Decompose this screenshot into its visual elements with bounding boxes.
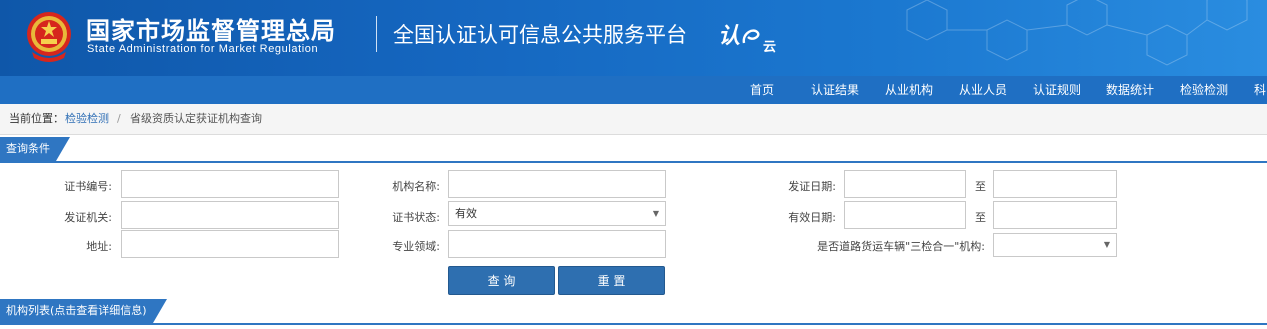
national-emblem-icon [27,12,71,62]
org-name-en: State Administration for Market Regulati… [87,43,319,55]
breadcrumb-current: 省级资质认定获证机构查询 [130,112,262,125]
nav-item-home[interactable]: 首页 [750,76,774,104]
address-input[interactable] [121,230,339,258]
nav-item-cert-rules[interactable]: 认证规则 [1033,76,1081,104]
issuer-label: 发证机关: [64,211,112,224]
list-section-header: 机构列表(点击查看详细信息) [0,299,1267,325]
cert-no-input[interactable] [121,170,339,198]
valid-date-label: 有效日期: [788,211,836,224]
org-name-input[interactable] [448,170,666,198]
cert-status-value: 有效 [455,207,477,220]
nav-item-institutions[interactable]: 从业机构 [885,76,933,104]
three-in-one-select[interactable]: ▼ [993,233,1117,257]
nav-item-inspection[interactable]: 检验检测 [1180,76,1228,104]
logo-text: 认 [718,23,741,49]
breadcrumb: 当前位置： 检验检测 / 省级资质认定获证机构查询 [0,104,1267,135]
site-header: 国家市场监督管理总局 State Administration for Mark… [0,0,1267,76]
reset-button[interactable]: 重 置 [558,266,665,295]
renzheng-cloud-logo: 认云 [718,18,776,55]
issue-date-from-input[interactable] [844,170,966,198]
header-divider [376,16,377,52]
cert-status-label: 证书状态: [392,211,440,224]
issue-date-label: 发证日期: [788,180,836,193]
nav-item-truncated[interactable]: 科 [1254,76,1266,104]
chevron-down-icon: ▼ [652,209,659,218]
list-section-title: 机构列表(点击查看详细信息) [0,299,167,323]
issue-date-to-input[interactable] [993,170,1117,198]
cert-status-select[interactable]: 有效 ▼ [448,201,666,226]
field-label: 专业领域: [392,240,440,253]
query-section-header: 查询条件 [0,137,1267,163]
org-name-cn: 国家市场监督管理总局 [86,17,336,45]
query-section-title: 查询条件 [0,137,70,161]
nav-item-cert-results[interactable]: 认证结果 [811,76,859,104]
cert-no-label: 证书编号: [64,180,112,193]
valid-date-to-input[interactable] [993,201,1117,229]
breadcrumb-label: 当前位置： [9,112,64,125]
logo-swirl-icon [742,29,760,44]
valid-date-from-input[interactable] [844,201,966,229]
chevron-down-icon: ▼ [1103,240,1110,249]
query-button[interactable]: 查 询 [448,266,555,295]
valid-date-to-label: 至 [975,211,986,224]
issue-date-to-label: 至 [975,180,986,193]
address-label: 地址: [86,240,112,253]
platform-title: 全国认证认可信息公共服务平台 [393,23,687,47]
logo-sub-text: 云 [763,40,777,55]
nav-item-statistics[interactable]: 数据统计 [1106,76,1154,104]
org-name-label: 机构名称: [392,180,440,193]
breadcrumb-separator: / [117,112,121,125]
field-input[interactable] [448,230,666,258]
hexagon-pattern-decoration [906,0,1248,66]
nav-item-personnel[interactable]: 从业人员 [959,76,1007,104]
issuer-input[interactable] [121,201,339,229]
breadcrumb-link-inspection[interactable]: 检验检测 [65,106,109,132]
three-in-one-label: 是否道路货运车辆"三检合一"机构: [817,240,985,253]
main-nav: 首页 认证结果 从业机构 从业人员 认证规则 数据统计 检验检测 科 [0,76,1267,104]
